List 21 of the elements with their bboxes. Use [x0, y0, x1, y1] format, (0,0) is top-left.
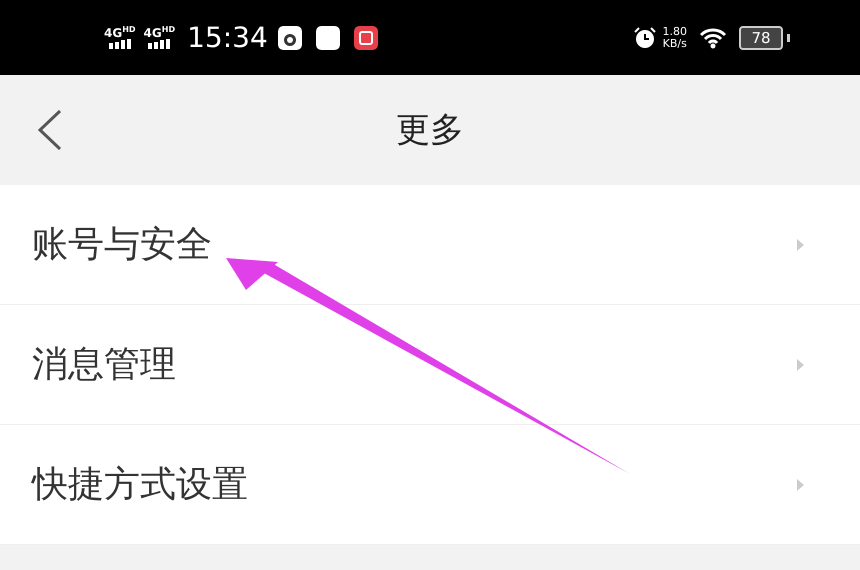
back-icon[interactable] [36, 109, 64, 151]
app-icon [316, 26, 340, 50]
clock-time: 15:34 [187, 21, 268, 54]
settings-item[interactable]: 消息管理 [0, 305, 860, 425]
signal-bars-icon [108, 39, 131, 49]
settings-item[interactable]: 快捷方式设置 [0, 425, 860, 545]
alarm-clock-icon [632, 26, 656, 50]
network-speed: 1.80 [662, 26, 687, 38]
page-title: 更多 [396, 109, 464, 152]
chevron-right-icon [796, 238, 806, 252]
settings-item[interactable]: 账号与安全 [0, 185, 860, 305]
camera-app-icon [278, 26, 302, 50]
chevron-right-icon [796, 478, 806, 492]
network-speed-unit: KB/s [662, 38, 687, 50]
signal-label: 4G$^{HD}$ [144, 26, 176, 39]
battery-level: 78 [739, 26, 783, 50]
signal-bars-icon [148, 39, 170, 49]
signal-label: 4G$^{HD}$ [104, 26, 136, 39]
wifi-icon [699, 26, 727, 48]
app-icon [354, 26, 378, 50]
chevron-right-icon [796, 358, 806, 372]
